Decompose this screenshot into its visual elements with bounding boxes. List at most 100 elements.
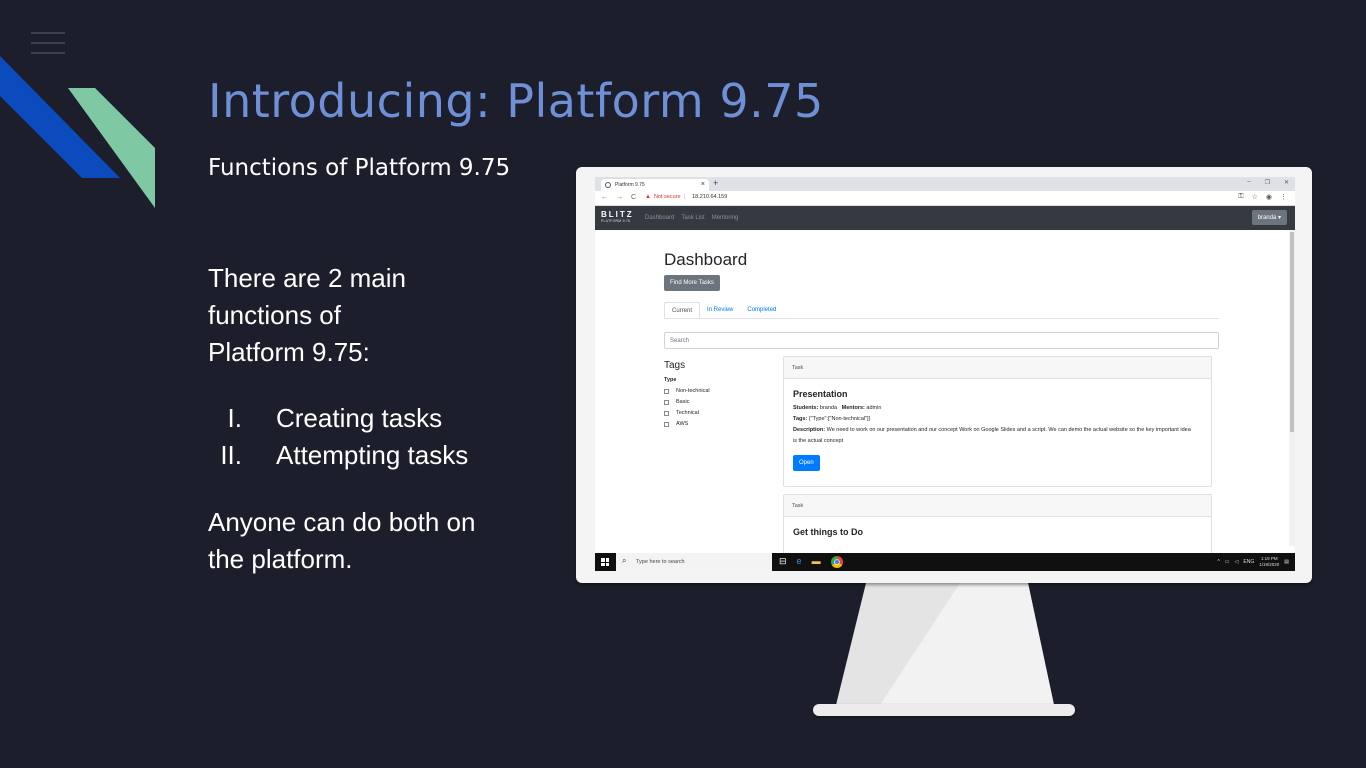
browser-tab-bar: Platform 9.75 × + – ❐ ✕	[595, 177, 1295, 191]
system-tray: ^ ▭ ◁ ENG 1:19 PM 1/19/2020 ▤	[1217, 556, 1289, 568]
checkbox[interactable]	[664, 411, 669, 416]
network-icon[interactable]: ▭	[1225, 559, 1230, 565]
closing-paragraph: Anyone can do both on the platform.	[208, 507, 476, 574]
task-people: Students: branda Mentors: admin	[793, 403, 1202, 414]
notifications-icon[interactable]: ▤	[1284, 559, 1289, 565]
brand-subtitle: PLATFORM 9.75	[601, 219, 631, 223]
back-icon[interactable]: ←	[601, 194, 608, 201]
tab-in-review[interactable]: In Review	[700, 302, 740, 318]
address-bar: ← → C ▲ Not secure | 18.210.64.159 ⚿ ☆ ◉…	[595, 191, 1295, 206]
user-dropdown-button[interactable]: branda ▾	[1251, 210, 1287, 225]
page-title: Dashboard	[664, 250, 748, 269]
task-tags: Tags: {"Type":["Non-technical"]}	[793, 414, 1202, 425]
dashboard-page: Dashboard Find More Tasks Current In Rev…	[595, 230, 1295, 571]
taskbar-search-placeholder: Type here to search	[636, 559, 685, 565]
task-title: Get things to Do	[793, 527, 863, 537]
nav-dashboard[interactable]: Dashboard	[645, 215, 674, 221]
warning-icon: ▲	[645, 194, 651, 200]
functions-list: I. Creating tasks II. Attempting tasks	[208, 400, 508, 474]
list-item: II. Attempting tasks	[208, 437, 508, 474]
tags-heading: Tags	[664, 360, 686, 371]
new-tab-button[interactable]: +	[713, 178, 718, 188]
tab-completed[interactable]: Completed	[740, 302, 783, 318]
mentors-label: Mentors:	[841, 405, 865, 411]
restore-icon[interactable]: ❐	[1265, 179, 1270, 186]
page-scrollbar[interactable]	[1289, 230, 1295, 546]
site-navbar: BLITZ PLATFORM 9.75 Dashboard Task List …	[595, 206, 1295, 230]
checkbox[interactable]	[664, 400, 669, 405]
bookmark-star-icon[interactable]: ☆	[1252, 193, 1258, 201]
edge-icon[interactable]: e	[797, 556, 802, 568]
open-task-button[interactable]: Open	[793, 455, 820, 471]
volume-icon[interactable]: ◁	[1235, 559, 1239, 565]
language-indicator[interactable]: ENG	[1243, 559, 1254, 565]
tag-filter-item[interactable]: AWS	[664, 419, 710, 430]
url-text: 18.210.64.159	[692, 194, 728, 200]
tags-value: {"Type":["Non-technical"]}	[808, 416, 871, 422]
search-icon: ⌕	[622, 556, 627, 565]
nav-mentoring[interactable]: Mentoring	[712, 215, 739, 221]
close-window-icon[interactable]: ✕	[1284, 179, 1289, 186]
reload-icon[interactable]: C	[631, 194, 636, 201]
task-card: Task Presentation Students: branda Mento…	[783, 356, 1212, 487]
list-item-label: Creating tasks	[276, 403, 443, 433]
clock-date: 1/19/2020	[1259, 562, 1280, 567]
monitor-stand-base	[813, 704, 1075, 716]
tab-title: Platform 9.75	[615, 182, 645, 188]
profile-icon[interactable]: ◉	[1266, 193, 1272, 201]
find-more-tasks-button[interactable]: Find More Tasks	[664, 275, 720, 291]
search-input[interactable]: Search	[664, 332, 1219, 349]
taskbar-apps: ⊟ e ▬	[779, 556, 843, 568]
screenshot-screen: Platform 9.75 × + – ❐ ✕ ← → C ▲ Not secu…	[595, 177, 1295, 571]
tag-label: Non-technical	[676, 388, 710, 394]
windows-taskbar: ⌕ Type here to search ⊟ e ▬ ^ ▭ ◁ ENG 1:…	[595, 553, 1295, 571]
task-view-icon[interactable]: ⊟	[779, 556, 787, 568]
tag-filter-item[interactable]: Basic	[664, 397, 710, 408]
key-icon[interactable]: ⚿	[1238, 193, 1243, 201]
windows-start-icon[interactable]	[601, 558, 609, 566]
scrollbar-thumb[interactable]	[1290, 232, 1294, 432]
task-tabs: Current In Review Completed	[664, 302, 1219, 319]
tag-filter-item[interactable]: Non-technical	[664, 386, 710, 397]
students-value: branda	[819, 405, 838, 411]
file-explorer-icon[interactable]: ▬	[812, 556, 821, 568]
checkbox[interactable]	[664, 389, 669, 394]
brand-logo[interactable]: BLITZ PLATFORM 9.75	[601, 211, 634, 225]
tab-current[interactable]: Current	[664, 302, 701, 318]
taskbar-search-input[interactable]: ⌕ Type here to search	[616, 553, 772, 571]
url-divider: |	[683, 194, 686, 200]
tag-label: AWS	[676, 421, 689, 427]
slide-title: Introducing: Platform 9.75	[208, 74, 824, 128]
forward-icon[interactable]: →	[616, 194, 623, 201]
corner-stripes-decoration	[0, 56, 155, 208]
taskbar-clock[interactable]: 1:19 PM 1/19/2020	[1259, 556, 1279, 568]
card-body: Presentation Students: branda Mentors: a…	[784, 379, 1211, 480]
description-value: We need to work on our presentation and …	[793, 427, 1191, 444]
type-heading: Type	[664, 377, 677, 383]
list-numeral: II.	[220, 440, 242, 470]
students-label: Students:	[793, 405, 819, 411]
browser-tab[interactable]: Platform 9.75 ×	[601, 179, 709, 191]
more-menu-icon[interactable]: ⋮	[1280, 193, 1287, 201]
tray-expand-icon[interactable]: ^	[1217, 559, 1219, 565]
tags-label: Tags:	[793, 416, 808, 422]
window-controls: – ❐ ✕	[1247, 179, 1289, 186]
monitor-stand-neck	[836, 583, 1054, 705]
card-body: Get things to Do	[784, 517, 1211, 550]
tag-filter-item[interactable]: Technical	[664, 408, 710, 419]
monitor-frame: Platform 9.75 × + – ❐ ✕ ← → C ▲ Not secu…	[576, 167, 1312, 583]
tab-close-icon[interactable]: ×	[701, 181, 705, 188]
chrome-icon[interactable]	[830, 556, 843, 568]
tag-label: Basic	[676, 399, 690, 405]
nav-task-list[interactable]: Task List	[681, 215, 704, 221]
card-header: Task	[784, 495, 1211, 517]
url-field[interactable]: ▲ Not secure | 18.210.64.159	[645, 194, 727, 200]
tag-filter-list: Non-technical Basic Technical AWS	[664, 386, 710, 430]
description-label: Description:	[793, 427, 826, 433]
tag-label: Technical	[676, 410, 699, 416]
checkbox[interactable]	[664, 422, 669, 427]
address-bar-icons: ⚿ ☆ ◉ ⋮	[1238, 193, 1287, 201]
site-nav-links: Dashboard Task List Mentoring	[645, 215, 738, 221]
task-title: Presentation	[793, 389, 848, 399]
minimize-icon[interactable]: –	[1247, 179, 1250, 186]
